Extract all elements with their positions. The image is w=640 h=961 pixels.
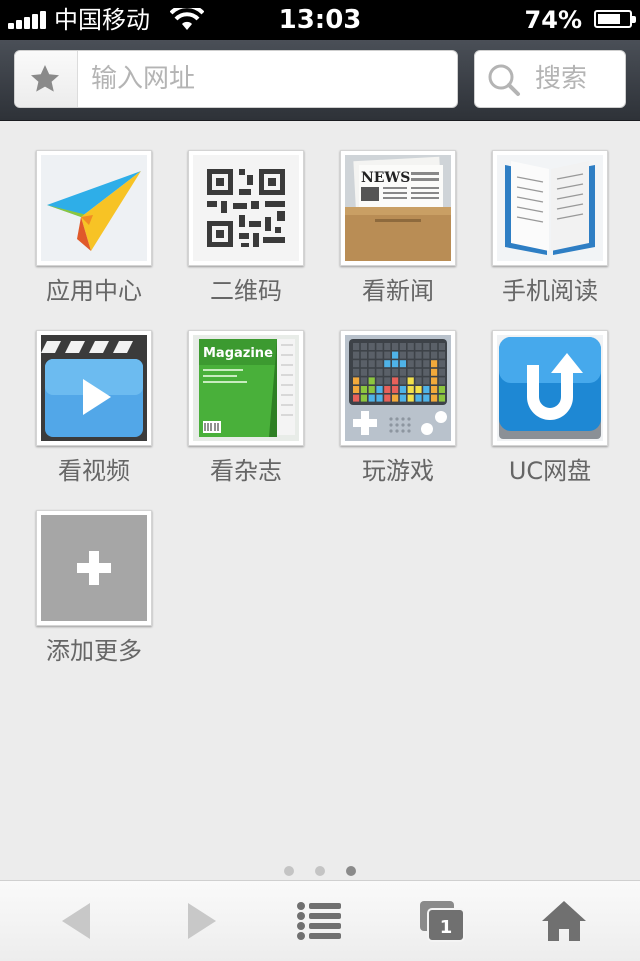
menu-list-icon [297, 902, 341, 940]
video-shortcut[interactable]: 看视频 [19, 330, 169, 500]
uc-cloud-drive-icon [499, 337, 601, 439]
reading-tile [492, 150, 608, 266]
app-label: 玩游戏 [362, 457, 434, 485]
url-input[interactable]: 输入网址 [14, 50, 458, 108]
search-icon [488, 64, 520, 96]
video-clapper-icon [41, 335, 147, 441]
app-label: 应用中心 [46, 277, 142, 305]
app-label: 看新闻 [362, 277, 434, 305]
forward-arrow-icon [188, 903, 216, 939]
news-masthead: NEWS [361, 170, 410, 186]
magazine-icon: Magazine [199, 339, 295, 437]
uc-cloud-drive-shortcut[interactable]: UC网盘 [475, 330, 625, 500]
app-label: 看杂志 [210, 457, 282, 485]
home-icon [542, 901, 586, 941]
search-placeholder: 搜索 [535, 64, 588, 94]
star-icon [31, 65, 59, 92]
app-label: 添加更多 [46, 637, 142, 665]
back-button[interactable] [12, 881, 140, 961]
qr-code-tile [188, 150, 304, 266]
home-button[interactable] [500, 881, 628, 961]
page-dot[interactable] [283, 866, 294, 876]
bottom-toolbar: 1 [0, 880, 640, 961]
forward-button[interactable] [138, 881, 266, 961]
app-label: UC网盘 [508, 457, 592, 485]
bookmark-button[interactable] [15, 51, 78, 107]
plus-icon [41, 515, 147, 621]
browser-toolbar: 输入网址 搜索 [0, 40, 640, 121]
mobile-reading-shortcut[interactable]: 手机阅读 [475, 150, 625, 320]
qr-code-icon [207, 169, 285, 247]
page-indicator [0, 861, 640, 876]
app-label: 手机阅读 [502, 277, 598, 305]
status-bar: 中国移动 13:03 74% [0, 0, 640, 40]
app-center-tile [36, 150, 152, 266]
page-dot[interactable] [315, 866, 325, 876]
menu-button[interactable] [256, 881, 384, 961]
game-shortcut[interactable]: 玩游戏 [323, 330, 473, 500]
newspaper-icon: NEWS [345, 155, 451, 261]
video-tile [36, 330, 152, 446]
book-icon [505, 161, 595, 255]
game-tile [340, 330, 456, 446]
game-console-icon [345, 335, 451, 441]
search-input[interactable]: 搜索 [474, 50, 626, 108]
qr-code-shortcut[interactable]: 二维码 [171, 150, 321, 320]
magazine-shortcut[interactable]: Magazine 看杂志 [171, 330, 321, 500]
battery-percent: 74% [524, 6, 582, 34]
app-label: 二维码 [210, 277, 282, 305]
tabs-button[interactable]: 1 [378, 881, 506, 961]
magazine-tile: Magazine [188, 330, 304, 446]
paper-plane-icon [47, 171, 141, 251]
tab-count: 1 [440, 917, 453, 938]
add-more-tile [36, 510, 152, 626]
url-placeholder: 输入网址 [91, 64, 196, 94]
add-more-shortcut[interactable]: 添加更多 [19, 510, 169, 680]
back-arrow-icon [62, 903, 90, 939]
app-center-shortcut[interactable]: 应用中心 [19, 150, 169, 320]
tabs-icon: 1 [420, 901, 465, 942]
magazine-cover-title: Magazine [203, 346, 273, 361]
uc-disk-tile [492, 330, 608, 446]
battery-icon [594, 10, 636, 28]
news-shortcut[interactable]: NEWS 看新闻 [323, 150, 473, 320]
page-dot[interactable] [346, 866, 357, 876]
news-tile: NEWS [340, 150, 456, 266]
app-label: 看视频 [58, 457, 130, 485]
